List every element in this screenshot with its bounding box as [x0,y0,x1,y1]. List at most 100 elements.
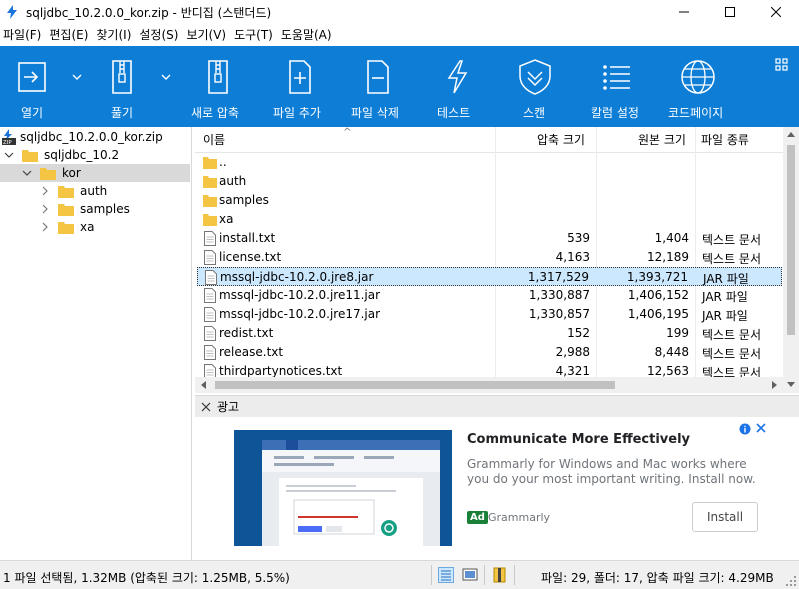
close-ad-panel-icon[interactable] [199,400,213,414]
file-icon [204,231,216,246]
tree-root-label: sqljdbc_10.2.0.0_kor.zip [20,130,163,144]
file-row[interactable]: mssql-jdbc-10.2.0.jre17.jar 1,330,857 1,40… [197,305,782,324]
delete-file-icon [367,60,389,94]
file-type: 텍스트 문서 [702,252,762,266]
menu-help[interactable]: 도움말(A) [278,24,337,46]
scroll-right-arrow-icon[interactable] [772,381,778,389]
ad-advertiser[interactable]: Grammarly [488,511,550,524]
bandizip-window: sqljdbc_10.2.0.0_kor.zip - 반디집 (스탠더드) 파일… [0,0,799,589]
tree-item-label: kor [62,166,81,180]
extract-label: 풀기 [110,106,134,120]
extract-button[interactable]: 풀기 [98,46,146,127]
chevron-right-icon[interactable] [40,204,50,214]
horizontal-scrollbar[interactable] [195,377,783,393]
menu-edit[interactable]: 편집(E) [46,24,93,46]
status-divider [484,565,485,585]
file-type: JAR 파일 [702,290,748,304]
vertical-scrollbar[interactable] [783,127,799,377]
folder-icon [203,214,217,226]
menu-settings[interactable]: 설정(S) [136,24,183,46]
menu-tools[interactable]: 도구(T) [231,24,278,46]
column-header-name[interactable]: 이름 [203,127,225,153]
scan-button[interactable]: 스캔 [511,46,559,127]
file-row[interactable]: .. [197,153,782,172]
file-original-size: 12,563 [647,364,689,378]
chevron-down-icon[interactable] [4,150,14,160]
extract-dropdown-chevron-icon[interactable] [159,70,173,84]
file-row[interactable]: mssql-jdbc-10.2.0.jre11.jar 1,330,887 1,40… [197,286,782,305]
file-row[interactable]: license.txt 4,163 12,189 텍스트 문서 [197,248,782,267]
test-button[interactable]: 테스트 [433,46,481,127]
file-packed-size: 1,330,857 [528,307,590,321]
tree-root-archive[interactable]: ZIP sqljdbc_10.2.0.0_kor.zip [0,128,190,146]
tree-item-kor[interactable]: kor [0,164,190,182]
folder-tree: ZIP sqljdbc_10.2.0.0_kor.zip sqljdbc_10.… [0,127,192,560]
tree-item-auth[interactable]: auth [0,182,190,200]
layout-grid-icon[interactable] [775,58,789,72]
file-name: release.txt [219,345,284,359]
ad-install-button[interactable]: Install [692,502,758,532]
ad-info-icon[interactable] [739,423,751,435]
thumbnail-view-icon[interactable] [462,567,478,583]
scroll-left-arrow-icon[interactable] [200,381,206,389]
maximize-button[interactable] [707,0,753,24]
add-file-button[interactable]: 파일 추가 [273,46,325,127]
delete-file-button[interactable]: 파일 삭제 [351,46,403,127]
file-original-size: 1,406,152 [627,288,689,302]
folder-icon [203,176,217,188]
tree-item-samples[interactable]: samples [0,200,190,218]
open-dropdown-chevron-icon[interactable] [70,70,84,84]
minimize-button[interactable] [661,0,707,24]
file-row[interactable]: install.txt 539 1,404 텍스트 문서 [197,229,782,248]
window-title: sqljdbc_10.2.0.0_kor.zip - 반디집 (스탠더드) [26,5,272,20]
new-archive-button[interactable]: 새로 압축 [191,46,243,127]
ad-description: Grammarly for Windows and Mac works wher… [467,457,756,486]
file-name: mssql-jdbc-10.2.0.jre11.jar [219,288,381,302]
tree-item-sqljdbc[interactable]: sqljdbc_10.2 [0,146,190,164]
menu-view[interactable]: 보기(V) [183,24,231,46]
chevron-right-icon[interactable] [40,186,50,196]
file-row[interactable]: samples [197,191,782,210]
column-header-type[interactable]: 파일 종류 [701,127,749,153]
close-button[interactable] [753,0,799,24]
chevron-down-icon[interactable] [22,168,32,178]
ad-headline[interactable]: Communicate More Effectively [467,432,690,447]
column-header-packed[interactable]: 압축 크기 [537,127,585,153]
archive-info-icon[interactable] [492,567,508,583]
menu-file[interactable]: 파일(F) [0,24,46,46]
add-file-icon [289,60,311,94]
column-settings-icon [603,65,630,90]
scrollbar-corner [783,377,799,393]
scroll-down-arrow-icon[interactable] [787,382,795,388]
file-name: samples [219,193,269,207]
ad-close-icon[interactable] [756,422,766,434]
file-name: .. [219,155,227,169]
tree-item-xa[interactable]: xa [0,218,190,236]
codepage-label: 코드페이지 [668,106,724,120]
horizontal-scrollbar-thumb[interactable] [215,381,615,389]
sort-ascending-icon: ^ [343,127,352,138]
close-icon [771,7,781,17]
menu-find[interactable]: 찾기(I) [93,24,136,46]
column-settings-button[interactable]: 칼럼 설정 [591,46,641,127]
file-name: redist.txt [219,326,274,340]
scroll-up-arrow-icon[interactable] [787,131,795,137]
file-row[interactable]: release.txt 2,988 8,448 텍스트 문서 [197,343,782,362]
chevron-right-icon[interactable] [40,222,50,232]
ad-image[interactable] [234,430,452,546]
details-view-icon[interactable] [438,567,454,583]
open-button[interactable]: 열기 [8,46,56,127]
tree-item-label: samples [80,202,130,216]
file-row[interactable]: redist.txt 152 199 텍스트 문서 [197,324,782,343]
codepage-icon [681,60,715,94]
resize-grip-icon[interactable] [785,575,797,587]
file-row-selected[interactable]: mssql-jdbc-10.2.0.jre8.jar 1,317,529 1,393… [197,267,782,286]
file-row[interactable]: xa [197,210,782,229]
file-row[interactable]: auth [197,172,782,191]
codepage-button[interactable]: 코드페이지 [668,46,723,127]
test-icon [447,60,468,94]
vertical-scrollbar-thumb[interactable] [787,145,795,335]
extract-icon [112,60,132,94]
file-original-size: 8,448 [654,345,689,359]
column-header-original[interactable]: 원본 크기 [638,127,686,153]
